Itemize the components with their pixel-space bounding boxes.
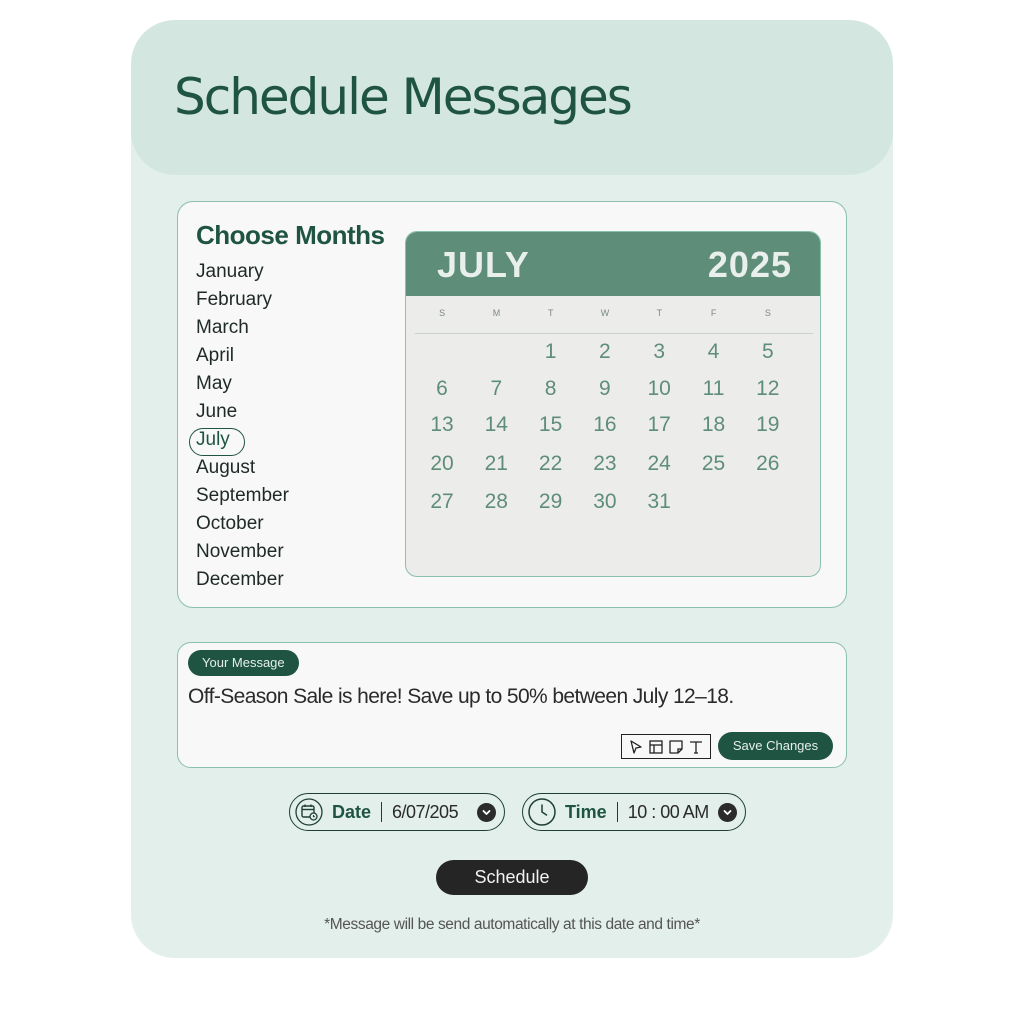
calendar-day[interactable]: 5 xyxy=(741,340,795,364)
month-item-march[interactable]: March xyxy=(196,314,316,342)
calendar-day[interactable]: 3 xyxy=(632,340,686,364)
calendar-day[interactable]: 4 xyxy=(687,340,741,364)
weekday-label: S xyxy=(439,308,446,318)
time-picker[interactable]: Time 10 : 00 AM xyxy=(522,793,746,831)
calendar-day[interactable]: 29 xyxy=(524,490,578,514)
clock-icon xyxy=(527,797,557,827)
months-panel: Choose Months January February March April M… xyxy=(177,201,847,608)
footnote: *Message will be send automatically at t… xyxy=(324,916,700,933)
calendar-day[interactable]: 7 xyxy=(469,377,523,401)
calendar-day[interactable]: 11 xyxy=(687,377,741,401)
weekday-label: T xyxy=(547,308,554,318)
months-title: Choose Months xyxy=(196,220,385,250)
message-label: Your Message xyxy=(188,650,299,676)
schedule-card: Schedule Messages Choose Months January F… xyxy=(131,20,893,958)
month-item-july[interactable]: July xyxy=(189,426,316,456)
calendar: JULY 2025 SMTWTFS 1 2 3 4 5 6 7 8 9 10 11 12 13 14 15 1… xyxy=(405,231,821,577)
calendar-day[interactable]: 6 xyxy=(415,377,469,401)
calendar-day[interactable]: 25 xyxy=(687,452,741,476)
text-icon[interactable] xyxy=(687,738,705,756)
calendar-day[interactable]: 28 xyxy=(469,490,523,514)
calendar-day[interactable]: 1 xyxy=(524,340,578,364)
calendar-day[interactable]: 8 xyxy=(524,377,578,401)
page-title: Schedule Messages xyxy=(174,68,633,126)
calendar-year: 2025 xyxy=(707,244,792,285)
calendar-day[interactable]: 17 xyxy=(632,413,686,437)
calendar-day[interactable]: 10 xyxy=(632,377,686,401)
calendar-day[interactable]: 14 xyxy=(469,413,523,437)
calendar-day[interactable]: 22 xyxy=(524,452,578,476)
time-separator xyxy=(616,802,618,822)
calendar-day[interactable]: 30 xyxy=(578,490,632,514)
month-item-may[interactable]: May xyxy=(196,370,316,398)
weekday-label: F xyxy=(710,308,717,318)
month-item-november[interactable]: November xyxy=(196,538,316,566)
calendar-day[interactable]: 24 xyxy=(632,452,686,476)
calendar-day[interactable]: 13 xyxy=(415,413,469,437)
calendar-day[interactable]: 21 xyxy=(469,452,523,476)
weekday-label: W xyxy=(600,308,610,318)
cursor-icon[interactable] xyxy=(627,738,645,756)
month-item-february[interactable]: February xyxy=(196,286,316,314)
weekday-label: M xyxy=(492,308,501,318)
calendar-day[interactable]: 19 xyxy=(741,413,795,437)
calendar-month: JULY xyxy=(437,244,530,285)
calendar-day[interactable]: 27 xyxy=(415,490,469,514)
month-item-september[interactable]: September xyxy=(196,482,316,510)
calendar-clock-icon xyxy=(294,797,324,827)
calendar-day[interactable]: 12 xyxy=(741,377,795,401)
schedule-button[interactable]: Schedule xyxy=(436,860,588,895)
message-panel: Your Message Off-Season Sale is here! Sa… xyxy=(177,642,847,768)
calendar-day[interactable]: 16 xyxy=(578,413,632,437)
month-item-april[interactable]: April xyxy=(196,342,316,370)
time-value: 10 : 00 AM xyxy=(627,801,710,822)
calendar-day[interactable]: 26 xyxy=(741,452,795,476)
calendar-day[interactable]: 18 xyxy=(687,413,741,437)
month-item-june[interactable]: June xyxy=(196,398,316,426)
save-changes-button[interactable]: Save Changes xyxy=(718,732,833,760)
date-separator xyxy=(381,802,383,822)
calendar-day[interactable]: 20 xyxy=(415,452,469,476)
date-label: Date xyxy=(332,801,372,822)
chevron-down-icon[interactable] xyxy=(718,803,737,822)
month-item-january[interactable]: January xyxy=(196,258,316,286)
month-item-december[interactable]: December xyxy=(196,566,316,594)
calendar-day[interactable]: 23 xyxy=(578,452,632,476)
calendar-day[interactable]: 2 xyxy=(578,340,632,364)
message-text[interactable]: Off-Season Sale is here! Save up to 50% … xyxy=(188,685,734,709)
chevron-down-icon[interactable] xyxy=(477,803,496,822)
date-picker[interactable]: Date 6/07/205 xyxy=(289,793,505,831)
weekday-row: SMTWTFS xyxy=(415,308,813,334)
layout-icon[interactable] xyxy=(647,738,665,756)
calendar-day[interactable]: 9 xyxy=(578,377,632,401)
sticky-note-icon[interactable] xyxy=(667,738,685,756)
month-item-august[interactable]: August xyxy=(196,454,316,482)
month-list: January February March April May June July Augu… xyxy=(189,258,316,594)
weekday-label: T xyxy=(656,308,663,318)
header: Schedule Messages xyxy=(131,20,893,175)
month-item-october[interactable]: October xyxy=(196,510,316,538)
time-label: Time xyxy=(565,801,607,822)
weekday-label: S xyxy=(764,308,771,318)
calendar-day[interactable]: 15 xyxy=(524,413,578,437)
calendar-header: JULY 2025 xyxy=(406,232,820,296)
date-value: 6/07/205 xyxy=(392,801,459,822)
calendar-day[interactable]: 31 xyxy=(632,490,686,514)
editor-toolbar xyxy=(621,734,711,759)
